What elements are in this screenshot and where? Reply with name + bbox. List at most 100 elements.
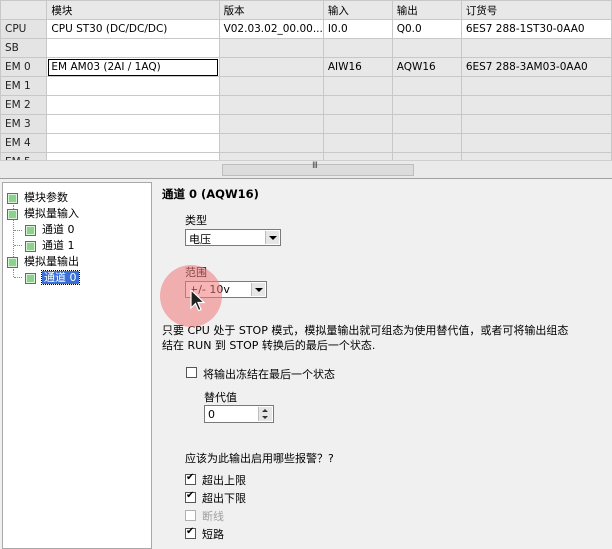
module-cell[interactable]: [46, 76, 220, 96]
tree-item-input-channel-0[interactable]: 通道 0: [25, 222, 75, 237]
output-cell: [391, 76, 462, 96]
input-cell: [322, 114, 393, 134]
description-line-1: 只要 CPU 处于 STOP 模式，模拟量输出就可组态为使用替代值，或者可将输出…: [162, 324, 569, 337]
channel-title: 通道 0 (AQW16): [162, 187, 259, 201]
tree-item-output-channel-0[interactable]: 通道 0: [25, 270, 80, 285]
tree-connector: [14, 245, 22, 246]
alarm-upper-limit-checkbox[interactable]: [185, 472, 196, 485]
tree-item-label-selected: 通道 0: [41, 270, 80, 285]
order-cell: [460, 114, 612, 134]
order-cell: [460, 38, 612, 58]
row-header[interactable]: CPU: [0, 19, 48, 39]
freeze-output-checkbox[interactable]: [186, 367, 197, 378]
row-header[interactable]: EM 1: [0, 76, 48, 96]
module-node-icon: [7, 208, 18, 220]
tree-item-label: 模拟量输出: [24, 255, 79, 268]
input-cell: [322, 76, 393, 96]
order-cell: 6ES7 288-3AM03-0AA0: [460, 57, 612, 77]
row-header[interactable]: EM 0: [0, 57, 48, 77]
grid-row-em1[interactable]: EM 1: [0, 76, 612, 96]
spin-down-icon[interactable]: [258, 414, 272, 421]
order-cell: [460, 95, 612, 115]
grid-row-cpu[interactable]: CPU CPU ST30 (DC/DC/DC) V02.03.02_00.00.…: [0, 19, 612, 39]
tree-item-label: 模块参数: [24, 191, 68, 204]
alarm-wire-break-label: 断线: [202, 510, 224, 523]
alarm-lower-limit-label[interactable]: 超出下限: [202, 490, 246, 506]
alarm-upper-limit-label[interactable]: 超出上限: [202, 472, 246, 488]
tree-item-label: 模拟量输入: [24, 207, 79, 220]
channel-settings-panel: 通道 0 (AQW16) 类型 电压 范围 +/- 10v 只要 CPU 处于 …: [152, 182, 612, 549]
grid-row-em3[interactable]: EM 3: [0, 114, 612, 134]
output-cell[interactable]: Q0.0: [391, 19, 462, 39]
module-tree[interactable]: 模块参数 模拟量输入 通道 0 通道 1 模拟量输出 通道 0: [2, 182, 152, 549]
spin-up-icon[interactable]: [258, 407, 272, 414]
scrollbar-thumb[interactable]: [222, 164, 414, 176]
tree-item-module-params[interactable]: 模块参数: [7, 190, 68, 205]
module-config-grid[interactable]: 模块 版本 输入 输出 订货号 CPU CPU ST30 (DC/DC/DC) …: [0, 0, 612, 179]
tree-connector: [13, 269, 14, 277]
mouse-pointer-icon: [190, 289, 206, 312]
output-cell[interactable]: AQW16: [391, 57, 462, 77]
tree-item-label: 通道 0: [42, 223, 75, 236]
description-line-2: 结在 RUN 到 STOP 转换后的最后一个状态.: [162, 339, 376, 352]
module-cell[interactable]: [46, 38, 220, 58]
alarm-lower-limit-checkbox[interactable]: [185, 490, 196, 503]
tree-connector: [14, 277, 22, 278]
output-cell: [391, 95, 462, 115]
grid-header-corner: [0, 0, 48, 20]
grid-header-input[interactable]: 输入: [322, 0, 393, 20]
module-node-icon: [7, 256, 18, 268]
version-cell: [218, 57, 324, 77]
module-cell[interactable]: CPU ST30 (DC/DC/DC): [46, 19, 220, 39]
alarm-short-circuit-label[interactable]: 短路: [202, 526, 224, 542]
grid-header-row: 模块 版本 输入 输出 订货号: [0, 0, 612, 20]
grid-header-module[interactable]: 模块: [46, 0, 220, 20]
tree-item-analog-input[interactable]: 模拟量输入: [7, 206, 79, 221]
input-cell: [322, 38, 393, 58]
alarm-short-circuit-checkbox[interactable]: [185, 526, 196, 539]
output-cell: [391, 114, 462, 134]
grid-header-order-number[interactable]: 订货号: [460, 0, 612, 20]
input-cell: [322, 133, 393, 153]
grid-row-sb[interactable]: SB: [0, 38, 612, 58]
module-node-icon: [7, 192, 18, 204]
module-node-icon: [25, 240, 36, 252]
module-cell[interactable]: [46, 133, 220, 153]
grid-header-version[interactable]: 版本: [218, 0, 324, 20]
input-cell[interactable]: AIW16: [322, 57, 393, 77]
row-header[interactable]: EM 4: [0, 133, 48, 153]
row-header[interactable]: EM 3: [0, 114, 48, 134]
order-cell: 6ES7 288-1ST30-0AA0: [460, 19, 612, 39]
module-cell-selected[interactable]: EM AM03 (2AI / 1AQ): [46, 57, 220, 77]
tree-item-input-channel-1[interactable]: 通道 1: [25, 238, 75, 253]
alarm-wire-break-checkbox: [185, 510, 196, 521]
version-cell: [218, 95, 324, 115]
module-cell[interactable]: [46, 114, 220, 134]
order-cell: [460, 133, 612, 153]
version-cell: [218, 133, 324, 153]
grid-horizontal-scrollbar[interactable]: III: [0, 160, 612, 178]
freeze-output-label[interactable]: 将输出冻结在最后一个状态: [203, 366, 335, 382]
grid-header-output[interactable]: 输出: [391, 0, 462, 20]
substitute-value-input[interactable]: 0: [204, 405, 274, 423]
input-cell[interactable]: I0.0: [322, 19, 393, 39]
row-header[interactable]: EM 2: [0, 95, 48, 115]
chevron-down-icon[interactable]: [265, 231, 279, 244]
alarms-question: 应该为此输出启用哪些报警？?: [185, 452, 334, 465]
chevron-down-icon[interactable]: [251, 283, 265, 296]
output-cell: [391, 38, 462, 58]
version-cell: [218, 38, 324, 58]
grid-row-em0[interactable]: EM 0 EM AM03 (2AI / 1AQ) AIW16 AQW16 6ES…: [0, 57, 612, 77]
module-node-icon: [25, 224, 36, 236]
version-cell: [218, 76, 324, 96]
scrollbar-grip-icon: III: [312, 161, 318, 171]
type-dropdown[interactable]: 电压: [185, 229, 281, 246]
grid-row-em4[interactable]: EM 4: [0, 133, 612, 153]
tree-item-analog-output[interactable]: 模拟量输出: [7, 254, 79, 269]
grid-row-em2[interactable]: EM 2: [0, 95, 612, 115]
version-cell: V02.03.02_00.00...: [218, 19, 324, 39]
order-cell: [460, 76, 612, 96]
tree-connector: [14, 230, 22, 231]
row-header[interactable]: SB: [0, 38, 48, 58]
module-cell[interactable]: [46, 95, 220, 115]
